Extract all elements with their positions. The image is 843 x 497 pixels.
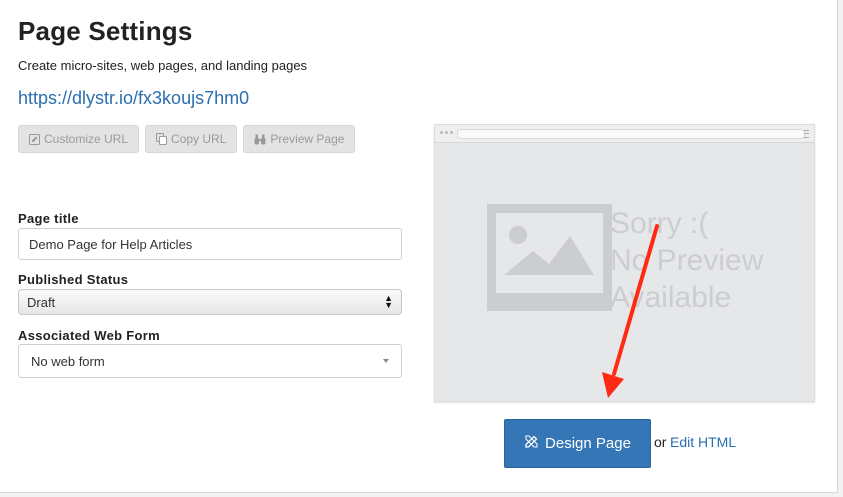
copy-url-button[interactable]: Copy URL	[145, 125, 238, 153]
edit-html-link[interactable]: Edit HTML	[670, 434, 736, 450]
url-toolbar: Customize URL Copy URL Preview Page	[18, 125, 356, 153]
preview-page-label: Preview Page	[270, 132, 345, 146]
preview-page-button[interactable]: Preview Page	[243, 125, 356, 153]
page-title-value: Demo Page for Help Articles	[29, 236, 193, 252]
chevron-down-icon	[383, 359, 389, 363]
image-placeholder-icon	[487, 204, 612, 311]
page-url-link[interactable]: https://dlystr.io/fx3koujs7hm0	[18, 88, 249, 109]
no-preview-message: Sorry :( No Preview Available	[610, 205, 763, 316]
hamburger-menu-icon	[804, 130, 809, 138]
web-form-select[interactable]: No web form	[18, 344, 402, 378]
page-preview: Sorry :( No Preview Available	[434, 124, 815, 402]
page-title-label: Page title	[18, 211, 79, 226]
design-page-button[interactable]: Design Page	[504, 419, 651, 468]
customize-url-button[interactable]: Customize URL	[18, 125, 140, 153]
customize-url-label: Customize URL	[44, 132, 129, 146]
copy-url-label: Copy URL	[171, 132, 227, 146]
web-form-value: No web form	[31, 353, 105, 369]
design-page-label: Design Page	[545, 435, 631, 452]
page-subtitle: Create micro-sites, web pages, and landi…	[18, 58, 308, 73]
browser-bar	[435, 125, 814, 143]
no-preview-line-3: Available	[610, 281, 732, 314]
binoculars-icon	[254, 134, 266, 145]
page-title-input[interactable]: Demo Page for Help Articles	[18, 228, 402, 260]
address-bar	[457, 129, 805, 139]
or-text: or	[654, 434, 667, 450]
page-title: Page Settings	[18, 16, 193, 46]
design-tools-icon	[524, 434, 539, 453]
copy-icon	[156, 133, 168, 145]
edit-square-icon	[29, 133, 40, 145]
no-preview-line-2: No Preview	[610, 244, 764, 277]
web-form-label: Associated Web Form	[18, 328, 160, 343]
window-dots-icon	[440, 131, 453, 134]
no-preview-line-1: Sorry :(	[610, 207, 709, 240]
page-settings-panel: Page Settings Create micro-sites, web pa…	[0, 0, 838, 493]
published-status-select[interactable]: Draft ▲ ▼	[18, 289, 402, 315]
published-status-value: Draft	[27, 294, 56, 310]
select-arrows-icon: ▲ ▼	[384, 293, 393, 310]
published-status-label: Published Status	[18, 272, 129, 287]
